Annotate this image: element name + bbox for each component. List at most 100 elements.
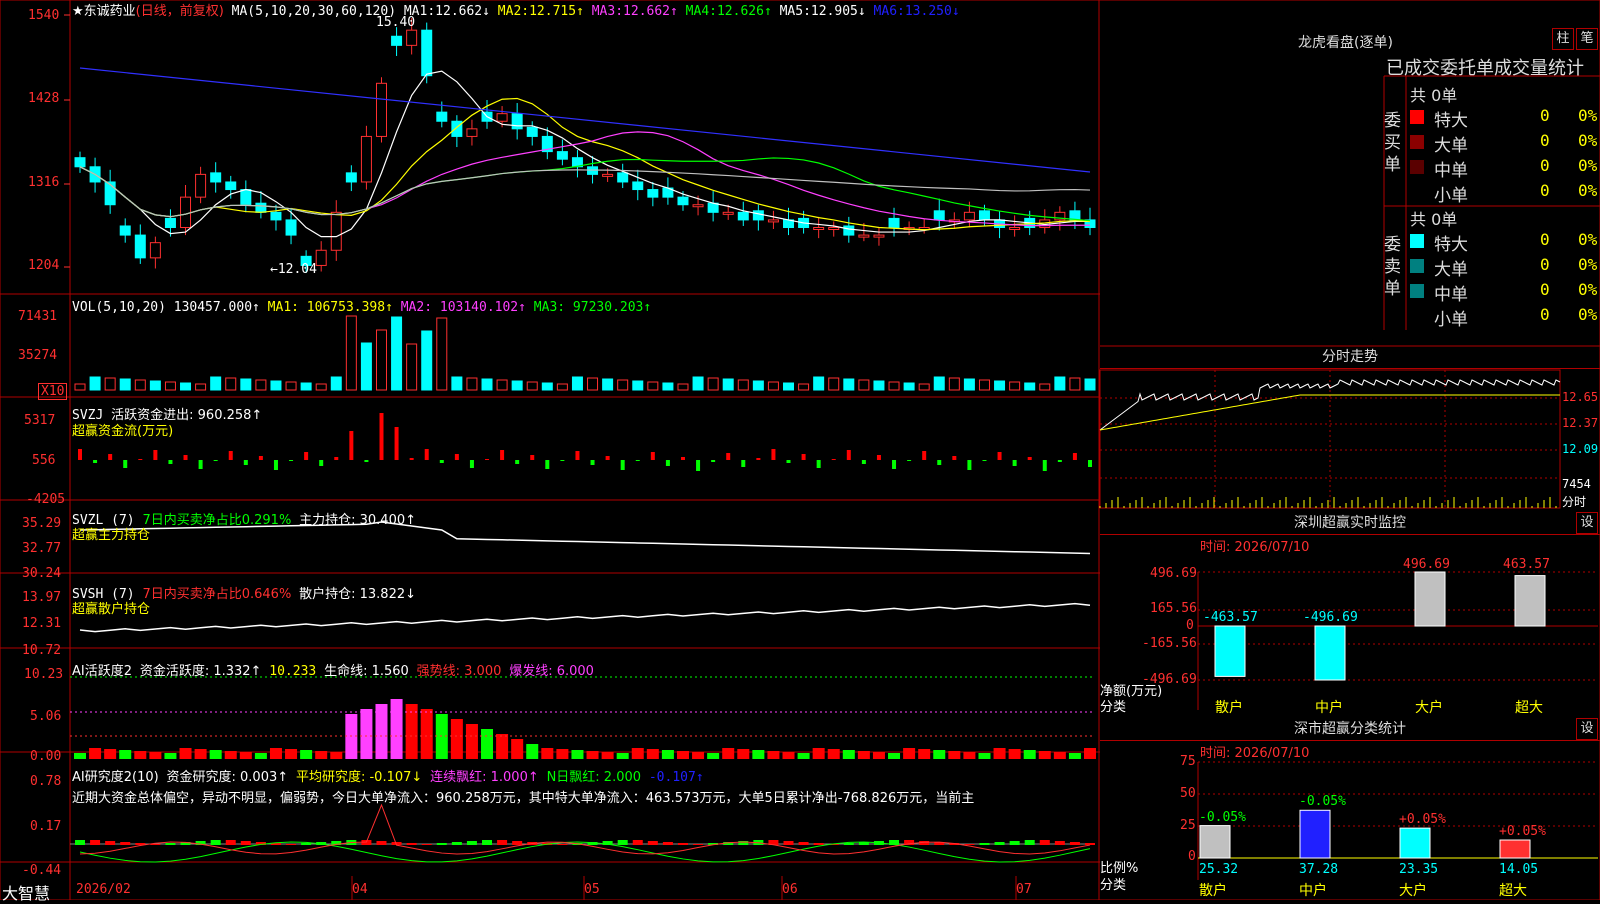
- classify-time: 时间: 2026/07/10: [1200, 746, 1310, 761]
- volume-bar: [406, 343, 418, 391]
- ai-research-tick-2: 0.17: [30, 819, 62, 834]
- volume-bar: [1024, 382, 1036, 391]
- research-bar: [497, 840, 508, 845]
- ai-active-t1: 资金活跃度: 1.332↑: [139, 664, 262, 679]
- ai-active-bar: [646, 749, 659, 759]
- price-tick-2: 1428: [28, 91, 60, 106]
- ai-active-bar: [526, 744, 539, 759]
- ai-active-bar: [963, 752, 976, 759]
- volume-bar: [436, 317, 448, 391]
- vol-tick-1: 71431: [18, 309, 58, 324]
- buy-row-count: 0: [1540, 156, 1550, 175]
- candle-body: [1009, 227, 1021, 230]
- ai-active-bar: [872, 752, 885, 759]
- sz-bar: [1514, 575, 1546, 627]
- candle-body: [496, 113, 508, 122]
- ai-active-bar: [692, 752, 705, 759]
- ai-research-label: AI研究度2(10): [72, 770, 159, 785]
- research-bar: [813, 843, 824, 845]
- svzj-bar: [439, 460, 444, 463]
- svzj-bar: [123, 460, 128, 468]
- date-label-5: 07: [1016, 882, 1032, 897]
- volume-bar: [737, 379, 749, 391]
- svsh-text1: 7日内买卖净占比0.646%: [142, 587, 292, 602]
- ai-active-bar: [511, 739, 524, 759]
- svzl-sub: 超赢主力持仓: [72, 528, 151, 543]
- research-bar: [286, 844, 297, 845]
- ai-active-bar: [300, 750, 313, 759]
- volume-bar: [1084, 378, 1096, 391]
- svzj-bar: [560, 460, 565, 461]
- svzj-bar: [892, 460, 897, 469]
- tick-view-button[interactable]: 笔: [1576, 28, 1598, 50]
- candle-body: [813, 227, 825, 230]
- svzj-bar: [696, 460, 701, 471]
- sell-row-count: 0: [1540, 255, 1550, 274]
- sz-category: 散户: [1215, 700, 1243, 716]
- research-bar: [165, 843, 176, 845]
- column-view-button[interactable]: 柱: [1552, 28, 1574, 50]
- research-bar: [647, 841, 658, 845]
- ai-active-tick-3: 0.00: [30, 749, 62, 764]
- stock-name[interactable]: 东诚药业: [84, 4, 136, 19]
- sell-row-pct: 0%: [1578, 305, 1598, 324]
- candle-body: [843, 225, 855, 236]
- volume-bar: [360, 342, 372, 391]
- ai-active-t3: 生命线: 1.560: [324, 664, 409, 679]
- svzj-bar: [78, 449, 82, 460]
- svzj-bar: [967, 460, 972, 470]
- volume-bar: [843, 378, 855, 391]
- candle-body: [526, 126, 538, 137]
- classify-settings-button[interactable]: 设: [1576, 718, 1598, 740]
- ai-active-t2: 10.233: [269, 664, 317, 679]
- research-bar: [783, 841, 794, 845]
- sz-x-label: 分类: [1100, 700, 1127, 715]
- svzj-bar: [289, 460, 294, 461]
- ai-active-bar: [737, 749, 750, 759]
- sell-row-count: 0: [1540, 280, 1550, 299]
- ai-active-bar: [812, 748, 825, 759]
- adjust-mode[interactable]: (日线，前复权): [136, 4, 224, 19]
- candle-body: [270, 211, 282, 221]
- sz-category: 大户: [1415, 700, 1443, 716]
- svzj-bar: [364, 460, 369, 462]
- ai-research-tick-1: 0.78: [30, 774, 62, 789]
- research-bar: [843, 843, 854, 845]
- sz-bar: [1214, 625, 1246, 677]
- research-bar: [406, 843, 417, 845]
- volume-bar: [587, 377, 599, 391]
- ai-active-t4: 强势线: 3.000: [416, 664, 502, 679]
- cls-change-label: +0.05%: [1499, 824, 1546, 840]
- ai-active-header: AI活跃度2 资金活跃度: 1.332↑ 10.233 生命线: 1.560 强…: [72, 660, 594, 679]
- minute-tick-1: 12.65: [1562, 390, 1599, 404]
- volume-bar: [813, 376, 825, 391]
- sz-bar: [1414, 571, 1446, 627]
- star-icon[interactable]: ★: [72, 4, 84, 19]
- volume-bar: [783, 382, 795, 391]
- research-bar: [1039, 840, 1050, 845]
- ma6-label: MA6:: [873, 4, 905, 19]
- research-bar: [979, 843, 990, 845]
- ai-active-t5: 爆发线: 6.000: [509, 664, 594, 679]
- chart-canvas[interactable]: [0, 0, 1600, 900]
- svzj-bar: [982, 460, 987, 461]
- svzj-bar: [1027, 457, 1032, 460]
- candle-body: [511, 113, 523, 130]
- ma120-line: [79, 67, 1091, 173]
- ai-active-bar: [616, 753, 629, 759]
- sz-monitor-title: 深圳超赢实时监控: [1100, 512, 1600, 535]
- sell-row-count: 0: [1540, 305, 1550, 324]
- volume-bar: [451, 376, 463, 391]
- ai-research-header: AI研究度2(10) 资金研究度: 0.003↑ 平均研究度: -0.107↓ …: [72, 766, 704, 785]
- ai-active-bar: [239, 752, 252, 759]
- research-bar: [1085, 843, 1095, 845]
- sz-bar: [1314, 625, 1346, 681]
- sz-monitor-settings-button[interactable]: 设: [1576, 512, 1598, 534]
- svzj-bar: [1057, 460, 1062, 462]
- sz-tick-1: 496.69: [1150, 566, 1197, 581]
- volume-bar: [1039, 383, 1051, 391]
- svzj-bar: [183, 455, 188, 460]
- svzj-bar: [1072, 453, 1077, 460]
- ai-active-bar: [1038, 751, 1051, 759]
- buy-row-count: 0: [1540, 131, 1550, 150]
